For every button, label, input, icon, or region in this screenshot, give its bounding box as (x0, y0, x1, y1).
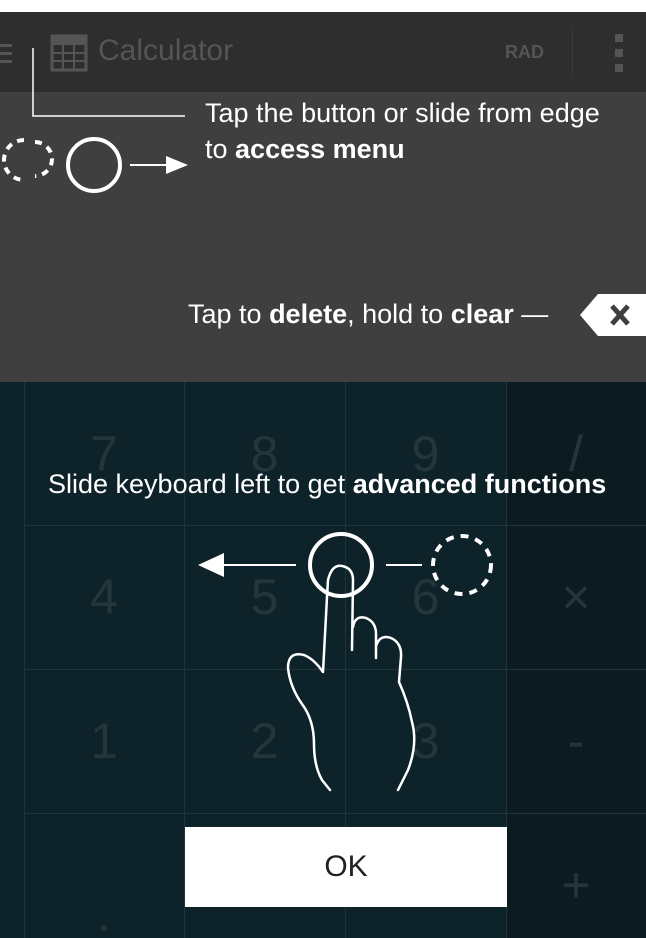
key-decimal[interactable]: . (24, 813, 184, 938)
key-1[interactable]: 1 (24, 669, 184, 813)
key-minus[interactable]: - (506, 669, 646, 813)
key-9[interactable]: 9 (345, 382, 506, 525)
screen: Calculator RAD 7 8 9 / 4 5 6 × 1 2 3 - .… (0, 12, 646, 938)
key-multiply[interactable]: × (506, 525, 646, 669)
swipe-gesture-graphic (198, 532, 493, 792)
backspace-icon[interactable] (580, 294, 646, 336)
key-divide[interactable]: / (506, 382, 646, 525)
key-plus[interactable]: + (506, 813, 646, 938)
key-8[interactable]: 8 (184, 382, 345, 525)
key-7[interactable]: 7 (24, 382, 184, 525)
keyboard-hint: Slide keyboard left to get advanced func… (48, 469, 607, 499)
delete-hint: Tap to delete, hold to clear — (188, 299, 549, 329)
menu-hint-line1: Tap the button or slide from edge (205, 98, 600, 128)
menu-hint-line2: to access menu (205, 134, 405, 164)
ok-button[interactable]: OK (185, 827, 507, 907)
key-4[interactable]: 4 (24, 525, 184, 669)
